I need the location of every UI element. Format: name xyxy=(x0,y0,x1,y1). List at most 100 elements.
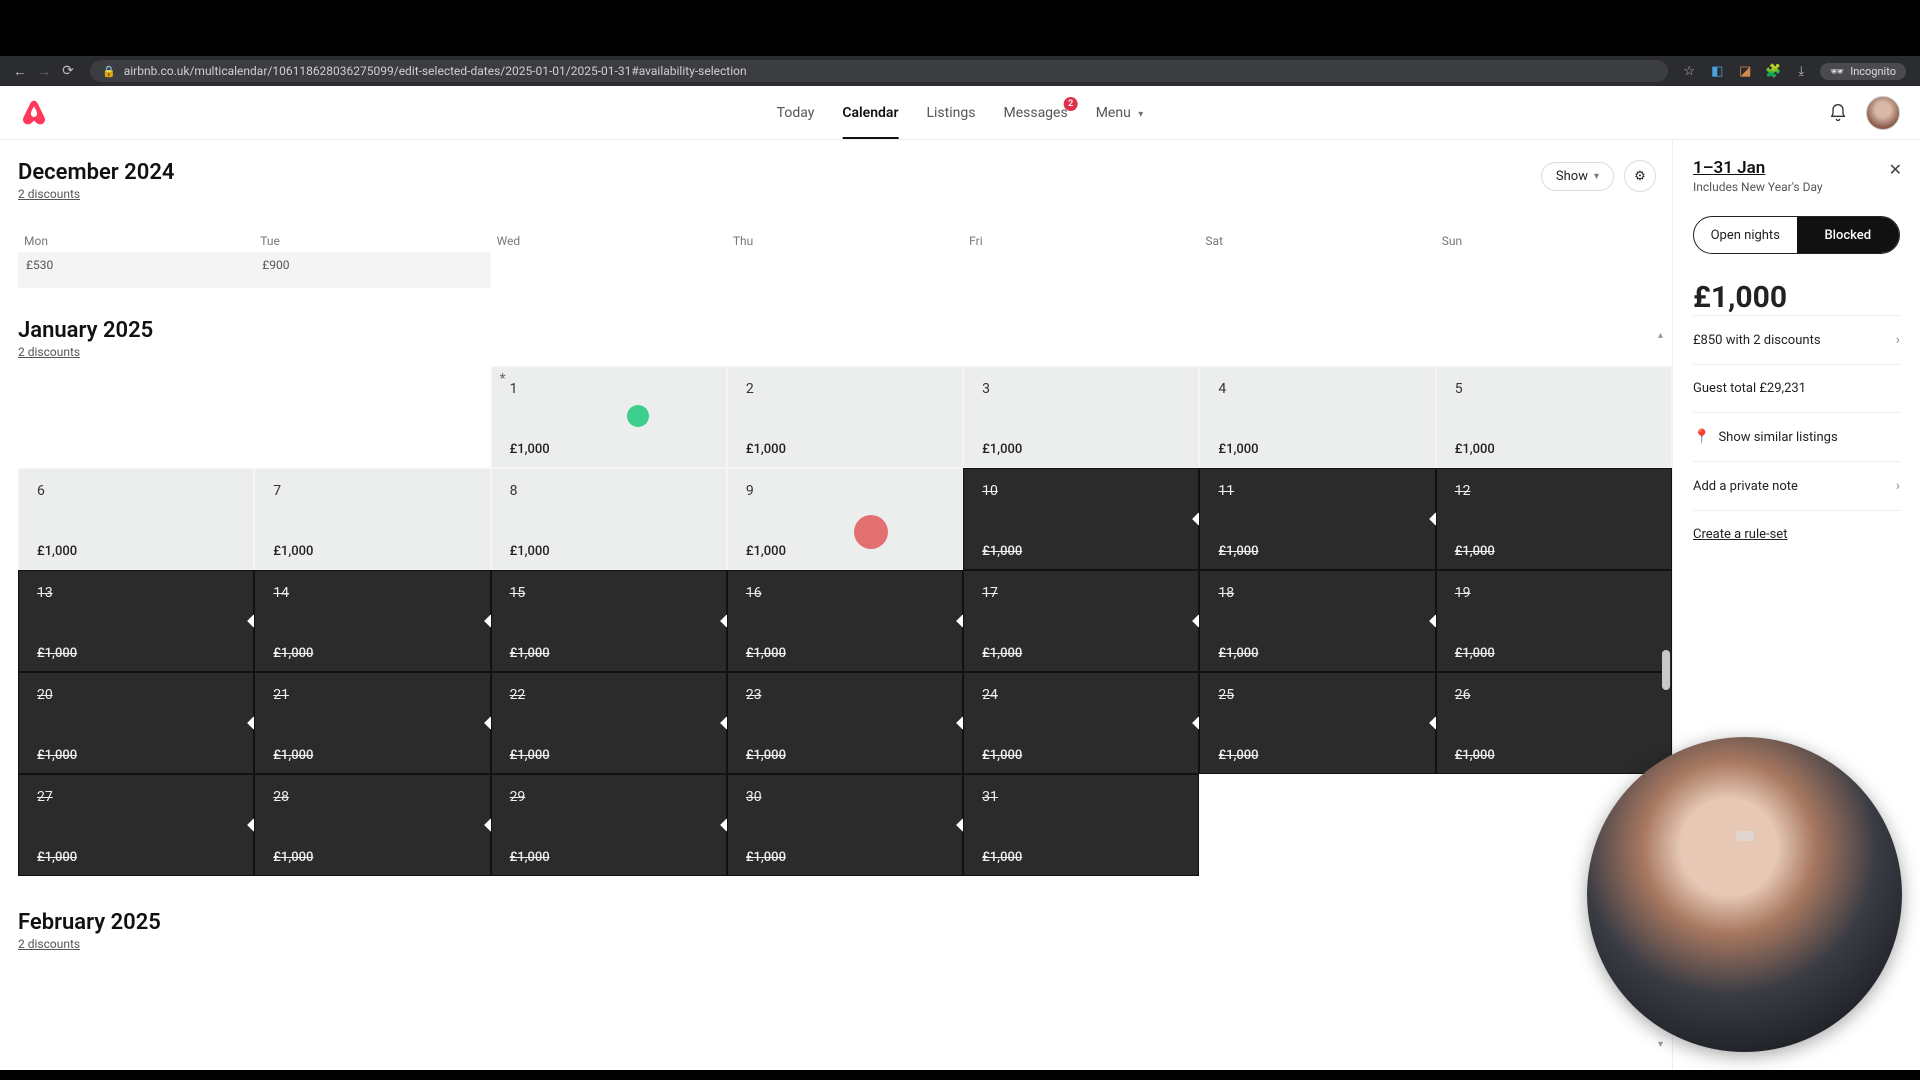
discounts-link-dec[interactable]: 2 discounts xyxy=(18,187,80,201)
settings-button[interactable]: ⚙ xyxy=(1624,160,1656,192)
day-number: 26 xyxy=(1455,687,1653,703)
day-30[interactable]: 30£1,000 xyxy=(727,774,963,876)
day-number: 30 xyxy=(746,789,944,805)
month-february: February 2025 2 discounts xyxy=(18,910,1672,952)
weekday-label: Mon xyxy=(18,230,254,252)
day-18[interactable]: 18£1,000 xyxy=(1199,570,1435,672)
close-icon[interactable]: ✕ xyxy=(1889,160,1902,179)
day-price: £1,000 xyxy=(982,442,1180,457)
scroll-down-icon[interactable]: ▾ xyxy=(1658,1039,1670,1050)
day-21[interactable]: 21£1,000 xyxy=(254,672,490,774)
day-11[interactable]: 11£1,000 xyxy=(1199,468,1435,570)
show-button[interactable]: Show ▾ xyxy=(1541,162,1614,191)
incognito-pill[interactable]: 🕶 Incognito xyxy=(1820,63,1906,80)
day-number: 9 xyxy=(746,483,944,499)
day-1[interactable]: 1£1,000* xyxy=(491,366,727,468)
day-number: 10 xyxy=(982,483,1180,499)
day-number: 24 xyxy=(982,687,1180,703)
airbnb-logo-icon[interactable] xyxy=(20,99,48,127)
day-12[interactable]: 12£1,000 xyxy=(1436,468,1672,570)
day-number: 22 xyxy=(510,687,708,703)
nav-messages[interactable]: Messages 2 xyxy=(1003,105,1067,121)
day-7[interactable]: 7£1,000 xyxy=(254,468,490,570)
guest-total-label: Guest total £29,231 xyxy=(1693,381,1806,396)
chevron-down-icon: ▾ xyxy=(1138,109,1143,120)
avatar[interactable] xyxy=(1866,96,1900,130)
day-number: 21 xyxy=(273,687,471,703)
similar-listings-row[interactable]: 📍 Show similar listings xyxy=(1693,412,1900,461)
ruleset-link[interactable]: Create a rule-set xyxy=(1693,510,1900,558)
day-14[interactable]: 14£1,000 xyxy=(254,570,490,672)
day-28[interactable]: 28£1,000 xyxy=(254,774,490,876)
blank-cell xyxy=(254,366,490,468)
day-6[interactable]: 6£1,000 xyxy=(18,468,254,570)
guest-total-row[interactable]: Guest total £29,231 xyxy=(1693,364,1900,412)
pin-icon: 📍 xyxy=(1693,429,1710,445)
day-price: £1,000 xyxy=(510,646,708,661)
nav-today[interactable]: Today xyxy=(777,105,815,121)
day-number: 23 xyxy=(746,687,944,703)
day-25[interactable]: 25£1,000 xyxy=(1199,672,1435,774)
day-price: £1,000 xyxy=(1218,544,1416,559)
scroll-thumb[interactable] xyxy=(1662,650,1670,690)
day-20[interactable]: 20£1,000 xyxy=(18,672,254,774)
star-icon[interactable]: ☆ xyxy=(1680,62,1698,80)
day-17[interactable]: 17£1,000 xyxy=(963,570,1199,672)
day-23[interactable]: 23£1,000 xyxy=(727,672,963,774)
dec-tail-cell[interactable]: £900 xyxy=(254,252,490,288)
download-icon[interactable]: ⤓ xyxy=(1792,62,1810,80)
day-16[interactable]: 16£1,000 xyxy=(727,570,963,672)
day-price: £1,000 xyxy=(510,544,708,559)
day-2[interactable]: 2£1,000 xyxy=(727,366,963,468)
day-10[interactable]: 10£1,000 xyxy=(963,468,1199,570)
discounts-link-jan[interactable]: 2 discounts xyxy=(18,345,80,359)
day-19[interactable]: 19£1,000 xyxy=(1436,570,1672,672)
dec-tail-cell xyxy=(1436,252,1672,288)
day-price: £1,000 xyxy=(1218,646,1416,661)
note-label: Add a private note xyxy=(1693,479,1798,494)
toggle-blocked[interactable]: Blocked xyxy=(1797,217,1900,253)
reload-icon[interactable]: ⟳ xyxy=(58,61,78,81)
day-price: £1,000 xyxy=(746,442,944,457)
day-26[interactable]: 26£1,000 xyxy=(1436,672,1672,774)
webcam-overlay xyxy=(1587,737,1902,1052)
extensions-icon[interactable]: 🧩 xyxy=(1764,62,1782,80)
cam-handle-icon xyxy=(1736,831,1754,841)
nav-listings[interactable]: Listings xyxy=(926,105,975,121)
forward-icon[interactable]: → xyxy=(34,61,54,81)
incognito-icon: 🕶 xyxy=(1830,65,1844,78)
day-number: 19 xyxy=(1455,585,1653,601)
day-24[interactable]: 24£1,000 xyxy=(963,672,1199,774)
day-5[interactable]: 5£1,000 xyxy=(1436,366,1672,468)
day-22[interactable]: 22£1,000 xyxy=(491,672,727,774)
dec-tail-cell[interactable]: £530 xyxy=(18,252,254,288)
incognito-label: Incognito xyxy=(1850,65,1896,78)
lock-icon: 🔒 xyxy=(102,65,116,78)
day-4[interactable]: 4£1,000 xyxy=(1199,366,1435,468)
back-icon[interactable]: ← xyxy=(10,61,30,81)
weekday-row: MonTueWedThuFriSatSun xyxy=(18,230,1672,252)
discount-row[interactable]: £850 with 2 discounts › xyxy=(1693,315,1900,364)
url-field[interactable]: 🔒 airbnb.co.uk/multicalendar/10611862803… xyxy=(90,60,1668,82)
nav-calendar[interactable]: Calendar xyxy=(842,105,898,121)
ext-icon-1[interactable]: ◧ xyxy=(1708,62,1726,80)
side-title[interactable]: 1–31 Jan xyxy=(1693,158,1900,178)
discounts-link-feb[interactable]: 2 discounts xyxy=(18,937,80,951)
day-27[interactable]: 27£1,000 xyxy=(18,774,254,876)
day-3[interactable]: 3£1,000 xyxy=(963,366,1199,468)
day-15[interactable]: 15 £1,000 xyxy=(491,570,727,672)
private-note-row[interactable]: Add a private note › xyxy=(1693,461,1900,510)
day-29[interactable]: 29£1,000 xyxy=(491,774,727,876)
day-9[interactable]: 9£1,000 xyxy=(727,468,963,570)
day-8[interactable]: 8£1,000 xyxy=(491,468,727,570)
day-13[interactable]: 13£1,000 xyxy=(18,570,254,672)
toggle-open[interactable]: Open nights xyxy=(1694,217,1797,253)
scroll-up-icon[interactable]: ▴ xyxy=(1658,330,1670,341)
nav-menu[interactable]: Menu ▾ xyxy=(1096,105,1144,121)
day-31[interactable]: 31£1,000 xyxy=(963,774,1199,876)
day-number: 15 xyxy=(510,585,708,601)
ext-icon-2[interactable]: ◪ xyxy=(1736,62,1754,80)
bell-icon[interactable] xyxy=(1828,103,1848,123)
day-number: 20 xyxy=(37,687,235,703)
day-number: 5 xyxy=(1455,381,1653,397)
